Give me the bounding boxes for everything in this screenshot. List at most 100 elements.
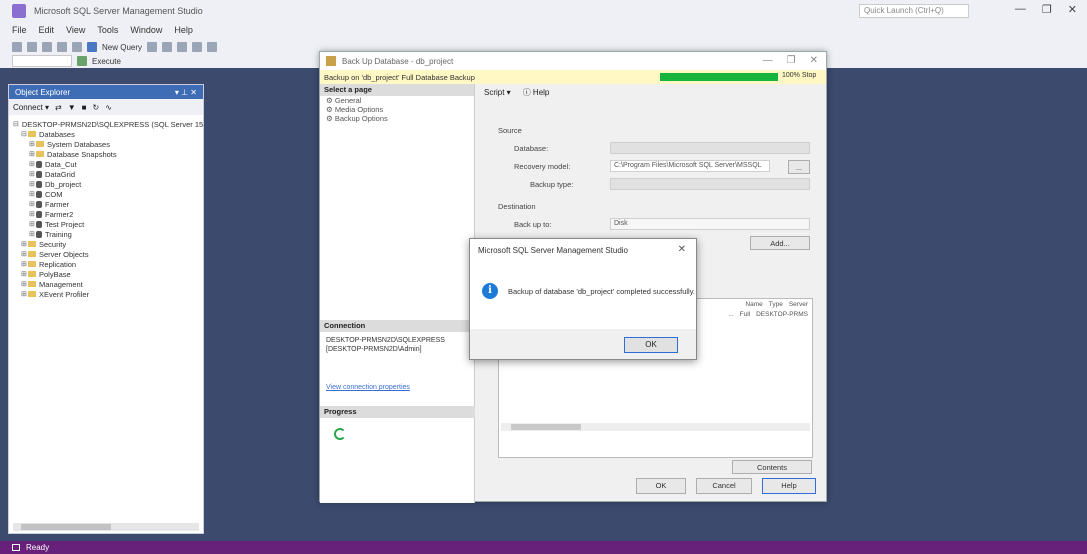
- menu-edit[interactable]: Edit: [39, 25, 55, 35]
- expand-toggle-icon[interactable]: ⊞: [21, 240, 28, 248]
- connect-icon[interactable]: ⇄: [55, 103, 62, 112]
- mdx-query-icon[interactable]: [162, 42, 173, 52]
- cancel-button[interactable]: Cancel: [696, 478, 752, 494]
- menu-tools[interactable]: Tools: [97, 25, 118, 35]
- horizontal-scrollbar[interactable]: [13, 523, 199, 531]
- backup-file-field[interactable]: C:\Program Files\Microsoft SQL Server\MS…: [610, 160, 770, 172]
- available-databases-select[interactable]: [12, 55, 72, 67]
- grid-scrollbar[interactable]: [501, 423, 810, 431]
- execute-button[interactable]: Execute: [92, 57, 121, 66]
- open-file-icon[interactable]: [57, 42, 67, 52]
- browse-button[interactable]: ...: [788, 160, 810, 174]
- page-general[interactable]: ⚙ General: [320, 96, 474, 105]
- save-icon[interactable]: [72, 42, 82, 52]
- help-button[interactable]: Help: [762, 478, 816, 494]
- tree-node[interactable]: ⊞ PolyBase: [13, 269, 203, 279]
- expand-toggle-icon[interactable]: ⊞: [21, 260, 28, 268]
- tree-node[interactable]: ⊞ Management: [13, 279, 203, 289]
- expand-toggle-icon[interactable]: ⊞: [21, 250, 28, 258]
- close-icon[interactable]: ✕: [1068, 3, 1077, 16]
- db-query-icon[interactable]: [147, 42, 158, 52]
- expand-toggle-icon[interactable]: ⊞: [29, 180, 36, 188]
- new-query-button[interactable]: New Query: [102, 43, 142, 52]
- expand-toggle-icon[interactable]: ⊞: [29, 200, 36, 208]
- tree-node[interactable]: ⊞ Security: [13, 239, 203, 249]
- panel-pin-icon[interactable]: ▾ ⊥ ✕: [175, 88, 197, 97]
- dialog-maximize-icon[interactable]: ❐: [787, 55, 796, 66]
- expand-toggle-icon[interactable]: ⊞: [29, 210, 36, 218]
- tree-node[interactable]: ⊟ Databases: [13, 129, 203, 139]
- forward-icon[interactable]: [27, 42, 37, 52]
- status-text: Ready: [26, 543, 50, 552]
- backup-type-select[interactable]: [610, 178, 810, 190]
- quick-launch-input[interactable]: Quick Launch (Ctrl+Q): [859, 4, 969, 18]
- page-backup-options[interactable]: ⚙ Backup Options: [320, 114, 474, 123]
- add-button[interactable]: Add...: [750, 236, 810, 250]
- view-connection-properties-link[interactable]: View connection properties: [320, 384, 410, 391]
- xmla-query-icon[interactable]: [192, 42, 203, 52]
- tree-node[interactable]: ⊞ COM: [13, 189, 203, 199]
- contents-button[interactable]: Contents: [732, 460, 812, 474]
- tree-node[interactable]: ⊞ Db_project: [13, 179, 203, 189]
- tree-node[interactable]: ⊞ DataGrid: [13, 169, 203, 179]
- database-select[interactable]: [610, 142, 810, 154]
- tree-node-label: Training: [45, 229, 72, 239]
- dialog-minimize-icon[interactable]: —: [763, 55, 773, 66]
- menu-file[interactable]: File: [12, 25, 27, 35]
- page-media-options[interactable]: ⚙ Media Options: [320, 105, 474, 114]
- execute-icon[interactable]: [77, 56, 87, 66]
- expand-toggle-icon[interactable]: ⊞: [21, 280, 28, 288]
- help-button-top[interactable]: ⓘ Help: [523, 87, 550, 98]
- progress-percent[interactable]: 100% Stop: [782, 72, 816, 79]
- filter-icon[interactable]: ▼: [68, 103, 76, 112]
- folder-icon: [28, 271, 36, 277]
- tree-node-label: Db_project: [45, 179, 82, 189]
- dax-query-icon[interactable]: [207, 42, 218, 52]
- expand-toggle-icon[interactable]: ⊞: [21, 270, 28, 278]
- maximize-icon[interactable]: ❐: [1042, 3, 1052, 16]
- expand-toggle-icon[interactable]: ⊞: [29, 140, 36, 148]
- expand-toggle-icon[interactable]: ⊞: [21, 290, 28, 298]
- tree-node[interactable]: ⊞ Database Snapshots: [13, 149, 203, 159]
- tree-node[interactable]: ⊞ Test Project: [13, 219, 203, 229]
- tree-node[interactable]: ⊞ Farmer: [13, 199, 203, 209]
- expand-toggle-icon[interactable]: ⊟: [13, 120, 19, 128]
- connect-button[interactable]: Connect ▾: [13, 103, 49, 112]
- grid-scrollbar-thumb[interactable]: [511, 424, 581, 430]
- message-close-icon[interactable]: ✕: [678, 244, 686, 255]
- ok-button[interactable]: OK: [636, 478, 686, 494]
- tree-node[interactable]: ⊞ Replication: [13, 259, 203, 269]
- tree-node[interactable]: ⊟ DESKTOP-PRMSN2D\SQLEXPRESS (SQL Server …: [13, 119, 203, 129]
- menu-help[interactable]: Help: [174, 25, 193, 35]
- menu-view[interactable]: View: [66, 25, 85, 35]
- tree-node[interactable]: ⊞ Training: [13, 229, 203, 239]
- tree-node[interactable]: ⊞ Server Objects: [13, 249, 203, 259]
- expand-toggle-icon[interactable]: ⊞: [29, 190, 36, 198]
- expand-toggle-icon[interactable]: ⊞: [29, 160, 36, 168]
- tree-node[interactable]: ⊞ System Databases: [13, 139, 203, 149]
- tree-node[interactable]: ⊞ Farmer2: [13, 209, 203, 219]
- destination-label: Destination: [498, 202, 536, 211]
- dialog-close-icon[interactable]: ✕: [810, 55, 818, 66]
- new-query-icon[interactable]: [87, 42, 97, 52]
- expand-toggle-icon[interactable]: ⊞: [29, 150, 36, 158]
- expand-toggle-icon[interactable]: ⊞: [29, 230, 36, 238]
- expand-toggle-icon[interactable]: ⊟: [21, 130, 28, 138]
- new-project-icon[interactable]: [42, 42, 52, 52]
- minimize-icon[interactable]: —: [1015, 3, 1026, 16]
- message-ok-button[interactable]: OK: [624, 337, 678, 353]
- stop-icon[interactable]: ■: [82, 103, 87, 112]
- tree-node[interactable]: ⊞ Data_Cut: [13, 159, 203, 169]
- refresh-icon[interactable]: ↻: [93, 103, 100, 112]
- dmx-query-icon[interactable]: [177, 42, 188, 52]
- tree-node[interactable]: ⊞ XEvent Profiler: [13, 289, 203, 299]
- expand-toggle-icon[interactable]: ⊞: [29, 220, 36, 228]
- menu-window[interactable]: Window: [130, 25, 162, 35]
- back-up-to-select[interactable]: Disk: [610, 218, 810, 230]
- back-icon[interactable]: [12, 42, 22, 52]
- scrollbar-thumb[interactable]: [21, 524, 111, 530]
- script-button[interactable]: Script ▾: [484, 88, 511, 97]
- activity-monitor-icon[interactable]: ∿: [105, 103, 112, 112]
- expand-toggle-icon[interactable]: ⊞: [29, 170, 36, 178]
- table-row[interactable]: ... Full DESKTOP-PRMS: [728, 311, 808, 318]
